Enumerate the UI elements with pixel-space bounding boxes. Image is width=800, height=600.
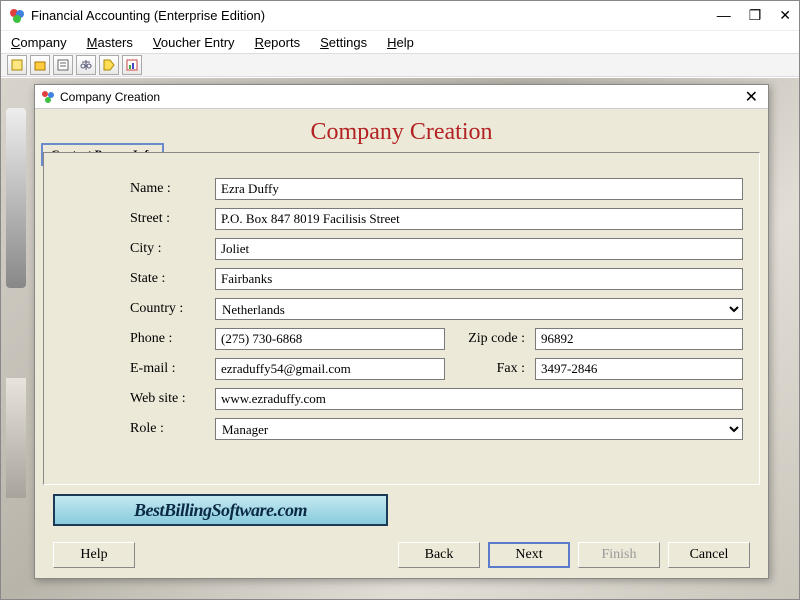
watermark: BestBillingSoftware.com: [53, 494, 388, 526]
email-input[interactable]: [215, 358, 445, 380]
role-select[interactable]: Manager: [215, 418, 743, 440]
back-button[interactable]: Back: [398, 542, 480, 568]
toolbar-report-icon[interactable]: [122, 55, 142, 75]
form-area: Name : Street : City : State : Country :…: [43, 152, 760, 485]
phone-input[interactable]: [215, 328, 445, 350]
toolbar: [1, 53, 799, 77]
help-button[interactable]: Help: [53, 542, 135, 568]
main-window: Financial Accounting (Enterprise Edition…: [0, 0, 800, 600]
state-label: State :: [60, 271, 215, 287]
street-input[interactable]: [215, 208, 743, 230]
menu-help[interactable]: Help: [387, 35, 414, 50]
country-select[interactable]: Netherlands: [215, 298, 743, 320]
name-input[interactable]: [215, 178, 743, 200]
menu-masters[interactable]: Masters: [87, 35, 133, 50]
role-label: Role :: [60, 421, 215, 437]
app-icon: [9, 8, 25, 24]
state-input[interactable]: [215, 268, 743, 290]
toolbar-balance-icon[interactable]: [76, 55, 96, 75]
country-label: Country :: [60, 301, 215, 317]
dialog-title: Company Creation: [60, 90, 741, 104]
close-button[interactable]: ✕: [779, 7, 791, 24]
maximize-button[interactable]: ❐: [749, 7, 762, 24]
name-label: Name :: [60, 181, 215, 197]
toolbar-open-icon[interactable]: [30, 55, 50, 75]
street-label: Street :: [60, 211, 215, 227]
finish-button[interactable]: Finish: [578, 542, 660, 568]
toolbar-edit-icon[interactable]: [53, 55, 73, 75]
fax-input[interactable]: [535, 358, 743, 380]
app-title: Financial Accounting (Enterprise Edition…: [31, 8, 717, 23]
next-button[interactable]: Next: [488, 542, 570, 568]
website-input[interactable]: [215, 388, 743, 410]
zipcode-input[interactable]: [535, 328, 743, 350]
menubar: Company Masters Voucher Entry Reports Se…: [1, 31, 799, 53]
titlebar: Financial Accounting (Enterprise Edition…: [1, 1, 799, 31]
button-row: Help Back Next Finish Cancel: [35, 542, 768, 568]
cancel-button[interactable]: Cancel: [668, 542, 750, 568]
zipcode-label: Zip code :: [445, 331, 535, 347]
menu-settings[interactable]: Settings: [320, 35, 367, 50]
company-creation-dialog: Company Creation ✕ Company Creation Cont…: [34, 84, 769, 579]
phone-label: Phone :: [60, 331, 215, 347]
dialog-titlebar: Company Creation ✕: [35, 85, 768, 109]
menu-voucher-entry[interactable]: Voucher Entry: [153, 35, 235, 50]
menu-reports[interactable]: Reports: [255, 35, 301, 50]
window-controls: — ❐ ✕: [717, 7, 791, 24]
toolbar-tag-icon[interactable]: [99, 55, 119, 75]
dialog-icon: [41, 90, 55, 104]
email-label: E-mail :: [60, 361, 215, 377]
city-input[interactable]: [215, 238, 743, 260]
city-label: City :: [60, 241, 215, 257]
fax-label: Fax :: [445, 361, 535, 377]
dialog-close-icon[interactable]: ✕: [741, 87, 762, 107]
website-label: Web site :: [60, 391, 215, 407]
toolbar-new-icon[interactable]: [7, 55, 27, 75]
minimize-button[interactable]: —: [717, 7, 731, 24]
menu-company[interactable]: Company: [11, 35, 67, 50]
